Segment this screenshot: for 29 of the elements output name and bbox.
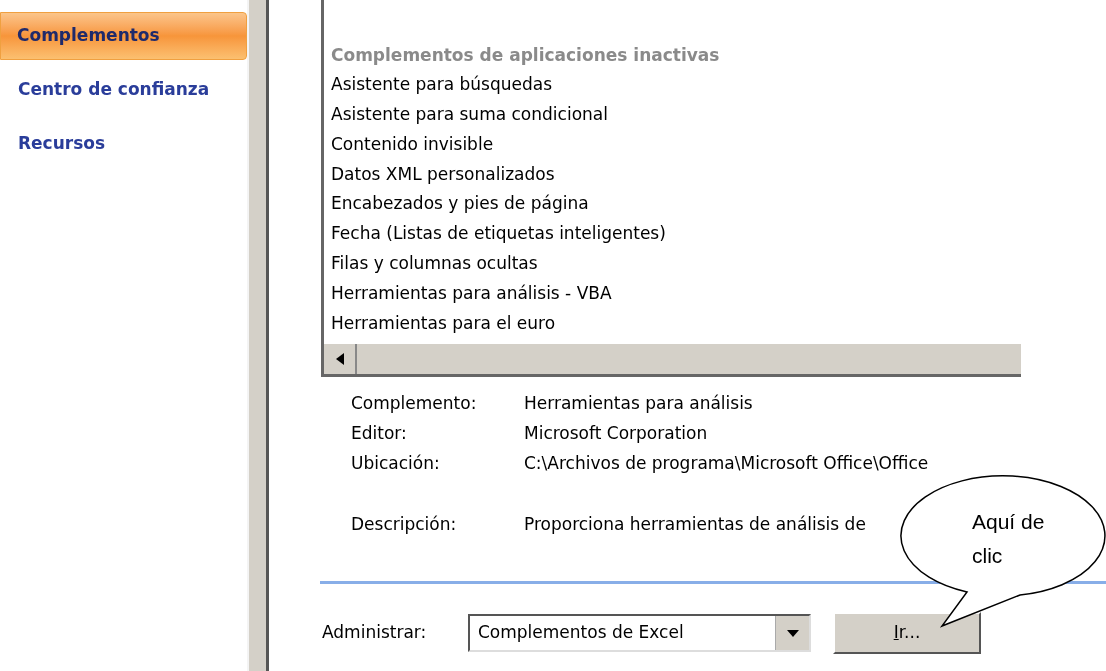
list-item[interactable]: Filas y columnas ocultas [324, 251, 1021, 281]
splitter-bar[interactable] [247, 0, 269, 671]
list-item[interactable]: Datos XML personalizados [324, 161, 1021, 192]
dropdown-caret-icon [786, 629, 799, 637]
list-item[interactable]: Fecha (Listas de etiquetas inteligentes) [324, 221, 1021, 251]
callout-text: Aquí de clic [972, 509, 1046, 569]
detail-label: Complemento: [351, 392, 478, 415]
left-arrow-icon [335, 353, 344, 366]
detail-label: Descripción: [351, 513, 458, 536]
list-item[interactable]: Herramientas para análisis - VBA [324, 280, 1021, 311]
sidebar-item[interactable]: Centro de confianza [0, 66, 247, 114]
go-button[interactable]: Ir... [833, 612, 981, 654]
manage-label: Administrar: [322, 621, 428, 645]
detail-value: Microsoft Corporation [524, 422, 708, 445]
list-item[interactable]: Herramientas para el euro [324, 310, 1021, 341]
list-item[interactable]: Contenido invisible [324, 131, 1021, 162]
group-header: Complementos de aplicaciones inactivas [330, 43, 721, 67]
list-item[interactable]: Asistente para búsquedas [324, 72, 1021, 103]
detail-value: C:\Archivos de programa\Microsoft Office\Office [524, 452, 929, 475]
list-item[interactable]: Encabezados y pies de página [324, 191, 1021, 222]
detail-label: Ubicación: [351, 452, 441, 475]
horizontal-scrollbar[interactable] [324, 344, 1021, 375]
sidebar-item[interactable]: Recursos [0, 120, 247, 168]
manage-dropdown[interactable]: Complementos de Excel [468, 614, 811, 652]
detail-value: Proporciona herramientas de análisis de [524, 513, 866, 536]
sidebar-item[interactable]: Complementos [0, 12, 247, 60]
detail-value: Herramientas para análisis [524, 392, 753, 415]
detail-label: Editor: [351, 422, 408, 445]
list-item[interactable]: Asistente para suma condicional [324, 102, 1021, 132]
